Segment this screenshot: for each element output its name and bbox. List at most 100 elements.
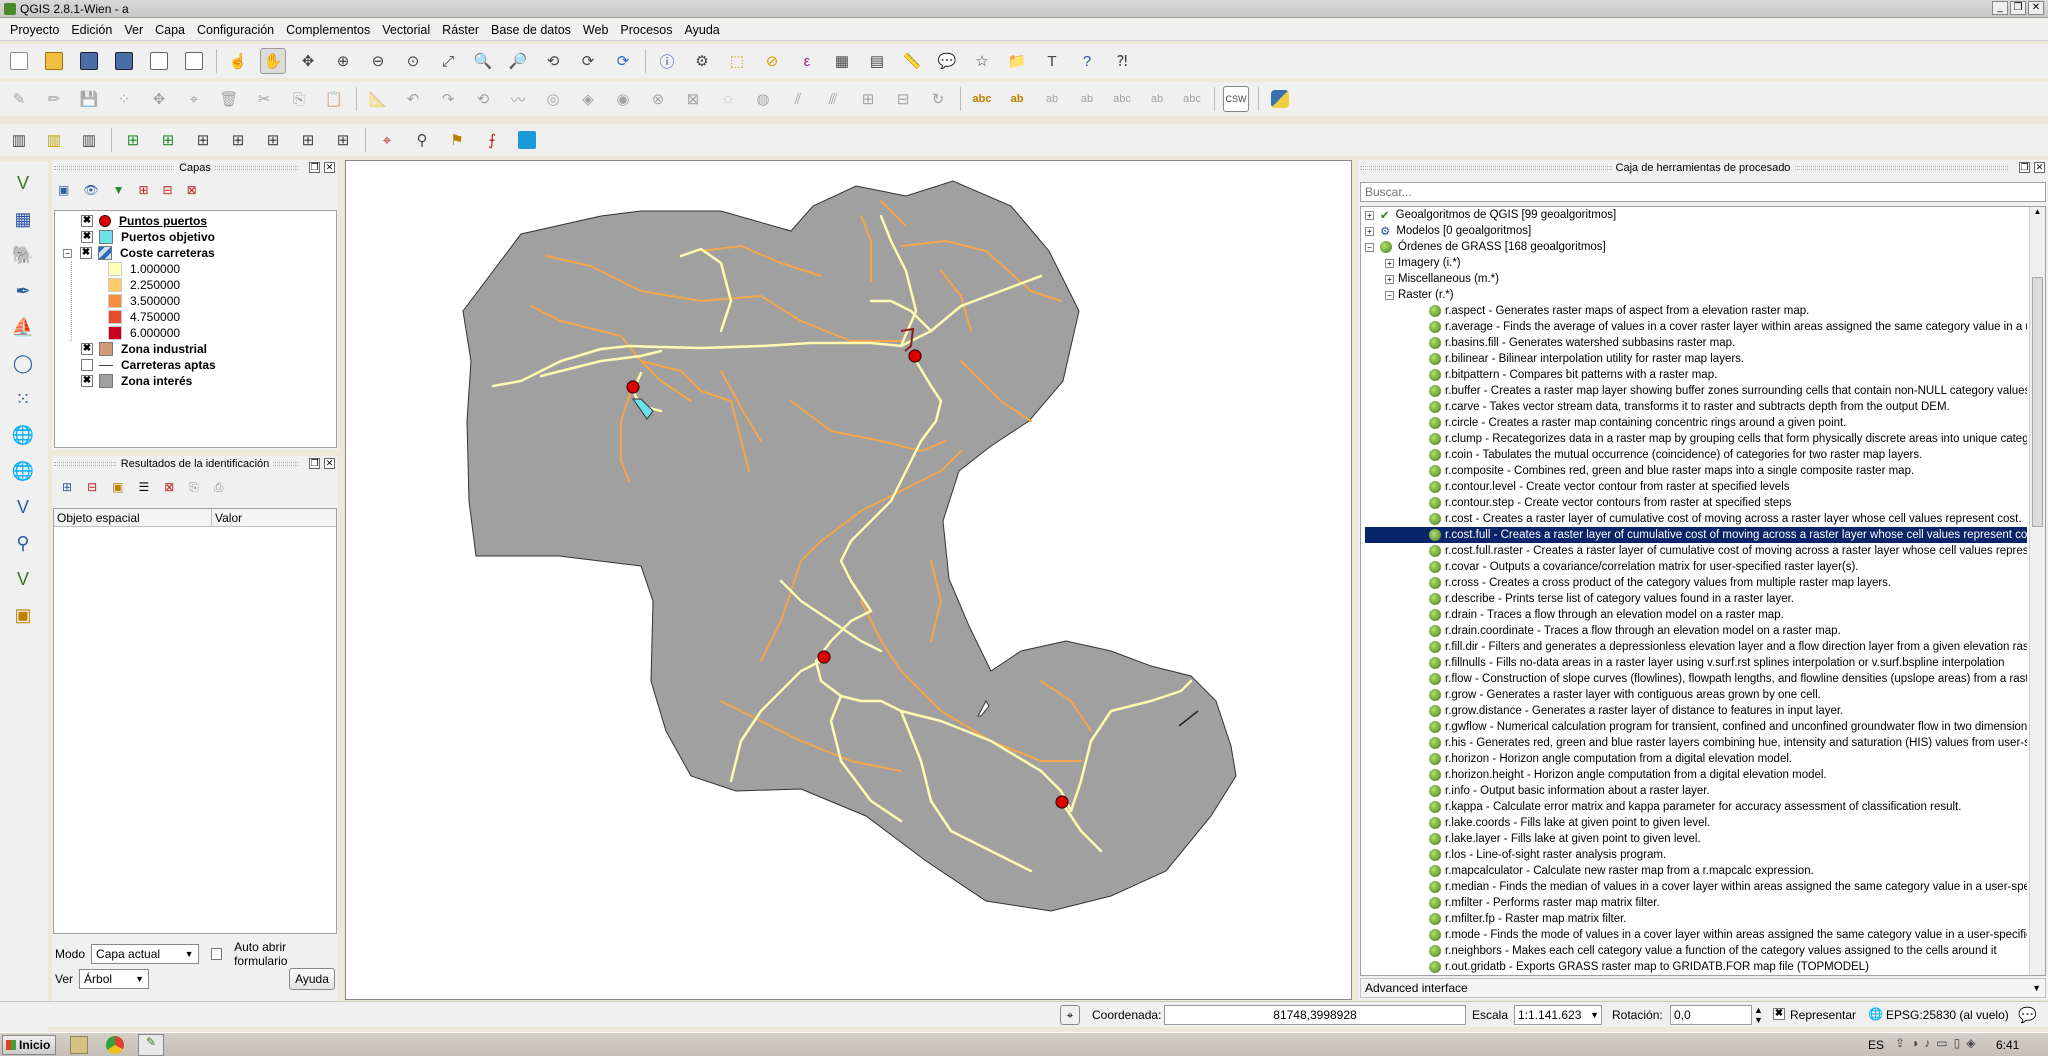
raster-tool-6-icon[interactable]: ⊞ [295,127,321,153]
algorithm-item[interactable]: r.contour.level - Create vector contour … [1365,479,2027,495]
add-ring-icon[interactable]: ◎ [540,86,566,112]
layer-visibility-checkbox[interactable]: ✖ [81,231,93,243]
copy-feature-icon[interactable]: ⎘ [189,480,199,495]
algorithm-item[interactable]: r.aspect - Generates raster maps of aspe… [1365,303,2027,319]
save-project-icon[interactable] [76,48,102,74]
qgis-taskbar-icon[interactable]: ✎ [138,1034,164,1056]
identify-icon[interactable]: ⓘ [654,48,680,74]
zoom-layer-icon[interactable]: 🔎 [505,48,531,74]
rotation-stepper[interactable]: ▲ ▼ [1754,1005,1763,1025]
csw-icon[interactable]: CSW [1223,86,1249,112]
menu-configuracion[interactable]: Configuración [191,23,280,37]
new-bookmark-icon[interactable]: ☆ [969,48,995,74]
expand-new-results-icon[interactable]: ▣ [112,480,123,494]
algorithm-item[interactable]: r.grow - Generates a raster layer with c… [1365,687,2027,703]
tree-group-qgis[interactable]: + ✔ Geoalgoritmos de QGIS [99 geoalgorit… [1365,207,2027,223]
pan-icon[interactable]: ✋ [260,48,286,74]
add-raster-layer-icon[interactable]: ▦ [8,204,38,234]
algorithm-item[interactable]: r.neighbors - Makes each cell category v… [1365,943,2027,959]
algorithm-item[interactable]: r.mode - Finds the mode of values in a c… [1365,927,2027,943]
split-parts-icon[interactable]: ⫻ [820,86,846,112]
processing-search-input[interactable] [1360,182,2046,202]
start-button[interactable]: Inicio [2,1035,56,1055]
measure-icon[interactable]: 📏 [899,48,925,74]
menu-web[interactable]: Web [577,23,614,37]
algorithm-item[interactable]: r.circle - Creates a raster map containi… [1365,415,2027,431]
add-vector-layer-icon[interactable]: V [8,168,38,198]
new-shapefile-icon[interactable]: ⚲ [8,528,38,558]
rotation-field[interactable]: 0,0 [1670,1005,1752,1025]
algorithm-item[interactable]: r.covar - Outputs a covariance/correlati… [1365,559,2027,575]
collapse-tree-icon[interactable]: ⊟ [87,480,97,494]
whats-this-icon[interactable]: ⁈ [1109,48,1135,74]
algorithm-item[interactable]: r.cost - Creates a raster layer of cumul… [1365,511,2027,527]
reshape-icon[interactable]: ◌ [715,86,741,112]
add-oracle-layer-icon[interactable]: ◯ [8,348,38,378]
coordinate-field[interactable]: 81748,3998928 [1164,1005,1466,1025]
algorithm-item[interactable]: r.contour.step - Create vector contours … [1365,495,2027,511]
file-explorer-icon[interactable] [70,1036,88,1054]
coordinate-capture-icon[interactable]: ⌖ [374,127,400,153]
redo-icon[interactable]: ↷ [435,86,461,112]
zoom-selection-icon[interactable]: 🔍 [470,48,496,74]
zoom-in-icon[interactable]: ⊕ [330,48,356,74]
delete-selected-icon[interactable]: 🗑 [216,86,242,112]
layer-visibility-checkbox[interactable]: ✖ [80,247,92,259]
close-panel-button[interactable]: ✕ [2034,162,2045,173]
raster-tool-7-icon[interactable]: ⊞ [330,127,356,153]
column-header-value[interactable]: Valor [212,509,336,526]
layer-visibility-checkbox[interactable]: ✖ [81,375,93,387]
expand-icon[interactable]: + [1365,210,1374,220]
attribute-table-icon[interactable]: ▦ [829,48,855,74]
open-form-icon[interactable]: ☰ [138,480,149,494]
layer-visibility-checkbox[interactable] [81,359,93,371]
language-indicator[interactable]: ES [1868,1038,1884,1052]
tray-icons[interactable]: ⇪◑♪▭▯◈ [1895,1036,1981,1050]
algorithm-item[interactable]: r.kappa - Calculate error matrix and kap… [1365,799,2027,815]
help-button[interactable]: Ayuda [289,968,335,990]
tree-group-models[interactable]: + ⚙ Modelos [0 geoalgoritmos] [1365,223,2027,239]
delete-ring-icon[interactable]: ⊗ [645,86,671,112]
restore-button[interactable]: ❐ [2010,1,2026,15]
tree-scrollbar[interactable]: ▲ [2029,207,2045,975]
filter-legend-icon[interactable]: ▼ [113,183,125,197]
scale-select[interactable]: 1:1.141.623 ▼ [1514,1005,1602,1025]
new-project-icon[interactable] [6,48,32,74]
algorithm-item[interactable]: r.mfilter.fp - Raster map matrix filter. [1365,911,2027,927]
menu-raster[interactable]: Ráster [436,23,485,37]
tree-subgroup-imagery[interactable]: + Imagery (i.*) [1365,255,2027,271]
raster-tool-5-icon[interactable]: ⊞ [260,127,286,153]
merge-features-icon[interactable]: ⊞ [855,86,881,112]
zoom-actual-size-icon[interactable]: ⊙ [400,48,426,74]
algorithm-item[interactable]: r.fillnulls - Fills no-data areas in a r… [1365,655,2027,671]
algorithm-item[interactable]: r.clump - Recategorizes data in a raster… [1365,431,2027,447]
algorithm-item[interactable]: r.grow.distance - Generates a raster lay… [1365,703,2027,719]
close-window-button[interactable]: ✕ [2028,1,2044,15]
add-wms-layer-icon[interactable]: ⁙ [8,384,38,414]
zoom-out-icon[interactable]: ⊖ [365,48,391,74]
close-panel-button[interactable]: ✕ [324,458,335,469]
move-feature-icon[interactable]: ✥ [146,86,172,112]
print-icon[interactable]: ⎙ [214,480,224,495]
touch-icon[interactable]: ☝ [225,48,251,74]
expand-icon[interactable]: + [1385,258,1394,268]
merge-attributes-icon[interactable]: ⊟ [890,86,916,112]
processing-tool-2-icon[interactable]: ▥ [41,127,67,153]
map-tips-icon[interactable]: 💬 [934,48,960,74]
algorithm-item[interactable]: r.buffer - Creates a raster map layer sh… [1365,383,2027,399]
save-edits-icon[interactable]: 💾 [76,86,102,112]
rotate-feature-icon[interactable]: ⟲ [470,86,496,112]
algorithm-item[interactable]: r.mapcalculator - Calculate new raster m… [1365,863,2027,879]
delete-part-icon[interactable]: ⊠ [680,86,706,112]
grass-tools-icon[interactable] [514,127,540,153]
fill-ring-icon[interactable]: ◉ [610,86,636,112]
menu-edicion[interactable]: Edición [65,23,118,37]
layer-labeling-icon[interactable]: ab [1004,86,1030,112]
mode-select[interactable]: Capa actual ▼ [91,944,199,964]
show-bookmarks-icon[interactable]: 📁 [1004,48,1030,74]
menu-ayuda[interactable]: Ayuda [679,23,726,37]
menu-proyecto[interactable]: Proyecto [4,23,65,37]
layer-zona-interes[interactable]: ✖ Zona interés [63,373,336,389]
raster-tool-2-icon[interactable]: ⊞ [155,127,181,153]
deselect-icon[interactable]: ⊘ [759,48,785,74]
